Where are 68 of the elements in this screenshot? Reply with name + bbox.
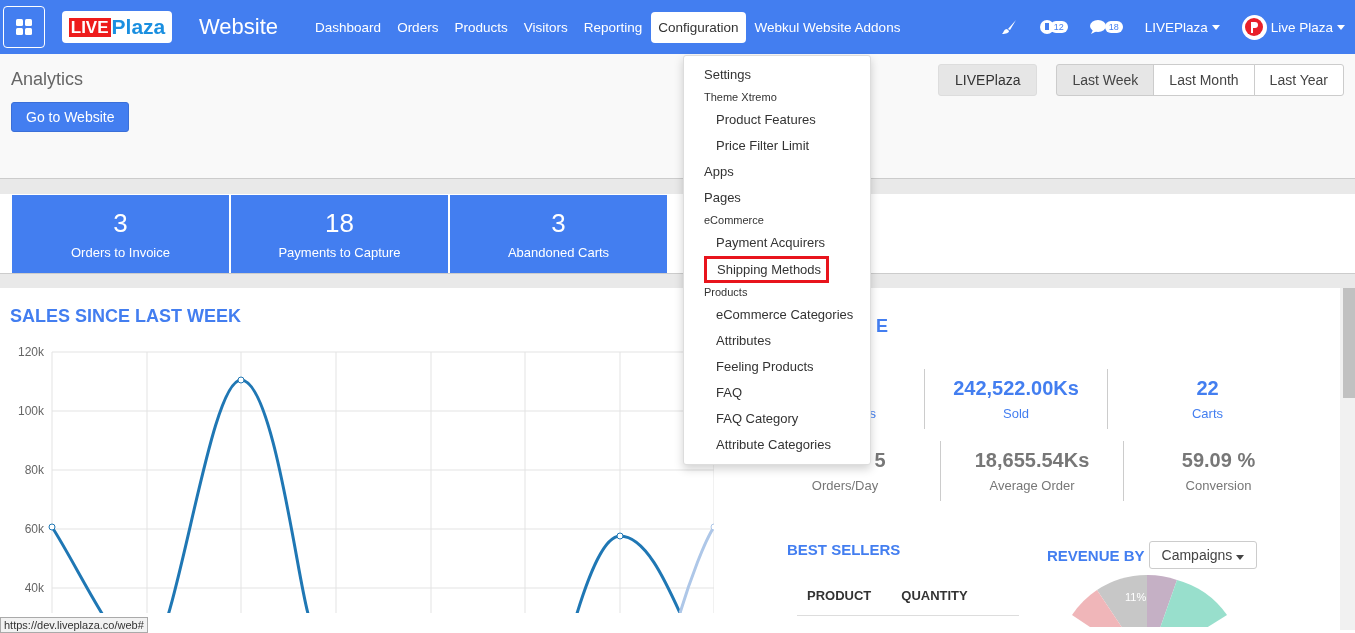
period-button[interactable]: Last Month: [1153, 64, 1255, 96]
stat-label: Sold: [1003, 406, 1029, 421]
go-to-website-button[interactable]: Go to Website: [11, 102, 130, 132]
menu-entry[interactable]: Settings: [684, 62, 870, 88]
axis-label: 120k: [17, 345, 44, 359]
apps-menu-button[interactable]: [3, 6, 45, 48]
stat-tile[interactable]: 3 Orders to Invoice: [12, 195, 229, 273]
menu-item[interactable]: Webkul Website Addons: [747, 11, 908, 43]
user-menu[interactable]: Live Plaza: [1241, 14, 1345, 40]
stat-value: 59.09 %: [1181, 449, 1256, 472]
axis-label: 40k: [24, 581, 44, 595]
period-button[interactable]: Last Year: [1253, 64, 1344, 96]
stat-value: 22: [1196, 377, 1219, 400]
menu-entry[interactable]: Payment Acquirers: [706, 230, 836, 256]
stat-label: Average Order: [989, 478, 1075, 493]
app-title: Website: [199, 14, 279, 40]
menu-entry[interactable]: Pages: [684, 185, 870, 211]
avatar-icon: [1241, 14, 1267, 40]
menu-entry[interactable]: Attribute Categories: [706, 432, 841, 458]
apps-grid-icon: [15, 18, 33, 36]
menu-section-header: eCommerce: [703, 213, 765, 228]
scrollbar[interactable]: [1340, 288, 1355, 630]
menu-item[interactable]: Orders: [390, 11, 446, 43]
caret-icon: [1337, 24, 1345, 30]
stat-label: Orders/Day: [811, 478, 879, 493]
menu-entry[interactable]: Price Filter Limit: [706, 133, 820, 159]
axis-label: 100k: [17, 404, 44, 418]
axis-label: 80k: [24, 463, 44, 477]
axis-label: 60k: [24, 522, 44, 536]
menu-section-header: Products: [703, 285, 749, 300]
menu-item[interactable]: Dashboard: [308, 11, 389, 43]
menu-entry[interactable]: Product Features: [706, 107, 826, 133]
menu-section-header: Theme Xtremo: [703, 90, 778, 105]
stat-label: Carts: [1191, 406, 1224, 421]
menu-entry[interactable]: Apps: [684, 159, 870, 185]
menu-entry[interactable]: eCommerce Categories: [706, 302, 864, 328]
group-by-dropdown[interactable]: Campaigns: [1148, 541, 1258, 569]
menu-entry[interactable]: Attributes: [706, 328, 781, 354]
menu-item[interactable]: Products: [447, 11, 515, 43]
page-title: Analytics: [11, 69, 84, 90]
message-count: 18: [1104, 21, 1123, 33]
column-header: PRODUCT: [806, 588, 873, 603]
stat-value: 5: [874, 449, 886, 472]
stat-value: 18,655.54Ks: [974, 449, 1090, 472]
caret-icon: [1211, 24, 1220, 30]
menu-item[interactable]: Reporting: [576, 11, 650, 43]
menu-item[interactable]: Configuration: [651, 11, 746, 43]
caret-icon: [1236, 555, 1245, 560]
pie-chart-drawing: 11%: [1067, 575, 1227, 627]
stat-tile[interactable]: 3 Abandoned Carts: [450, 195, 667, 273]
company-switcher[interactable]: LIVEPlaza: [1144, 19, 1220, 35]
section-title: REVENUE BY: [1047, 546, 1145, 564]
section-title: E: [876, 316, 889, 337]
status-url: https://dev.liveplaza.co/web#: [0, 617, 148, 633]
column-header: QUANTITY: [900, 588, 969, 603]
period-button[interactable]: Last Week: [1056, 64, 1155, 96]
menu-entry[interactable]: FAQ Category: [706, 406, 809, 432]
menu-entry[interactable]: Shipping Methods: [704, 256, 830, 283]
section-title: BEST SELLERS: [787, 541, 902, 558]
logo: LIVE Plaza: [62, 11, 172, 43]
stat-value: 242,522.00Ks: [953, 377, 1079, 400]
stat-label: Conversion: [1185, 478, 1252, 493]
website-filter-button[interactable]: LIVEPlaza: [938, 64, 1038, 96]
stat-tile[interactable]: 18 Payments to Capture: [231, 195, 448, 273]
section-title: SALES SINCE LAST WEEK: [10, 306, 243, 327]
menu-entry[interactable]: FAQ: [706, 380, 752, 406]
menu-entry[interactable]: Feeling Products: [706, 354, 824, 380]
menu-item[interactable]: Visitors: [516, 11, 575, 43]
